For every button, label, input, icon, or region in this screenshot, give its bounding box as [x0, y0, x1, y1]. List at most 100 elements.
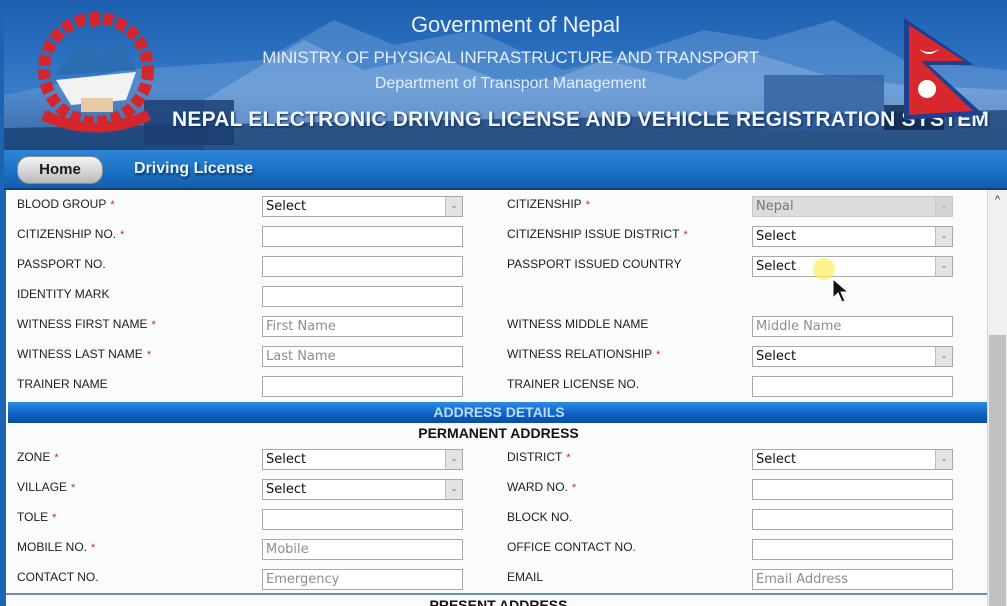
- identity-mark-input[interactable]: [262, 286, 463, 307]
- passport-no-label: PASSPORT NO.: [17, 257, 106, 271]
- driving-license-link[interactable]: Driving License: [134, 160, 253, 178]
- citizenship-no-label: CITIZENSHIP NO. *: [17, 227, 124, 241]
- citizenship-selected-value: Nepal: [756, 199, 794, 214]
- witness-last-name-label-text: WITNESS LAST NAME: [17, 347, 143, 361]
- ward-no-input[interactable]: [752, 479, 953, 500]
- page: Government of Nepal MINISTRY OF PHYSICAL…: [0, 0, 1007, 606]
- trainer-name-label: TRAINER NAME: [17, 377, 108, 391]
- citizenship-no-label-text: CITIZENSHIP NO.: [17, 227, 117, 241]
- nav-bar: Home Driving License: [4, 150, 1007, 190]
- zone-select[interactable]: Select ⌄: [262, 449, 463, 470]
- block-no-input[interactable]: [752, 509, 953, 530]
- contact-no-label: CONTACT NO.: [17, 570, 99, 584]
- contact-no-input[interactable]: Emergency: [262, 569, 463, 590]
- witness-last-name-placeholder: Last Name: [266, 349, 336, 364]
- department-title: Department of Transport Management: [374, 75, 647, 92]
- zone-label-text: ZONE: [17, 450, 51, 464]
- village-selected-value: Select: [266, 482, 307, 497]
- scrollbar-thumb[interactable]: [989, 335, 1006, 606]
- ward-no-label-text: WARD NO.: [507, 480, 568, 494]
- blood-group-label: BLOOD GROUP *: [17, 197, 115, 211]
- email-label-text: EMAIL: [507, 570, 544, 584]
- district-label: DISTRICT *: [507, 450, 571, 464]
- chevron-down-icon[interactable]: ⌄: [935, 257, 952, 276]
- witness-relationship-label: WITNESS RELATIONSHIP *: [507, 347, 660, 361]
- district-label-text: DISTRICT: [507, 450, 563, 464]
- required-marker: *: [54, 452, 59, 464]
- vertical-scrollbar[interactable]: ^: [987, 190, 1007, 606]
- witness-middle-name-label: WITNESS MIDDLE NAME: [507, 317, 648, 331]
- required-marker: *: [110, 199, 115, 211]
- chevron-down-icon[interactable]: ⌄: [935, 197, 952, 216]
- witness-middle-name-label-text: WITNESS MIDDLE NAME: [507, 317, 649, 331]
- witness-first-name-label: WITNESS FIRST NAME *: [17, 317, 156, 331]
- required-marker: *: [91, 542, 96, 554]
- nepal-flag-icon: [904, 18, 984, 120]
- trainer-name-input[interactable]: [262, 376, 463, 397]
- witness-last-name-input[interactable]: Last Name: [262, 346, 463, 367]
- witness-first-name-label-text: WITNESS FIRST NAME: [17, 317, 148, 331]
- identity-mark-label: IDENTITY MARK: [17, 287, 109, 301]
- tole-input[interactable]: [262, 509, 463, 530]
- email-placeholder: Email Address: [756, 572, 848, 587]
- header-banner: Government of Nepal MINISTRY OF PHYSICAL…: [4, 0, 1007, 150]
- required-marker: *: [52, 512, 57, 524]
- witness-middle-name-input[interactable]: Middle Name: [752, 316, 953, 337]
- cursor-highlight: [813, 258, 835, 280]
- citizenship-label: CITIZENSHIP *: [507, 197, 590, 211]
- email-input[interactable]: Email Address: [752, 569, 953, 590]
- zone-selected-value: Select: [266, 452, 307, 467]
- required-marker: *: [571, 482, 577, 494]
- scroll-up-icon[interactable]: ^: [988, 192, 1007, 208]
- required-marker: *: [585, 199, 590, 211]
- ministry-title: MINISTRY OF PHYSICAL INFRASTRUCTURE AND …: [262, 48, 759, 67]
- office-contact-no-input[interactable]: [752, 539, 953, 560]
- trainer-name-label-text: TRAINER NAME: [17, 377, 108, 391]
- blood-group-label-text: BLOOD GROUP: [17, 197, 107, 211]
- witness-relationship-label-text: WITNESS RELATIONSHIP: [507, 347, 653, 361]
- required-marker: *: [656, 349, 661, 361]
- village-label-text: VILLAGE: [17, 480, 68, 494]
- witness-relationship-selected-value: Select: [756, 349, 797, 364]
- witness-first-name-input[interactable]: First Name: [262, 316, 463, 337]
- trainer-license-no-label-text: TRAINER LICENSE NO.: [507, 377, 640, 391]
- chevron-down-icon[interactable]: ⌄: [935, 227, 952, 246]
- passport-no-input[interactable]: [262, 256, 463, 277]
- district-selected-value: Select: [756, 452, 797, 467]
- citizenship-issue-district-select[interactable]: Select ⌄: [752, 226, 953, 247]
- permanent-address-title: PERMANENT ADDRESS: [418, 425, 579, 441]
- mobile-no-input[interactable]: Mobile: [262, 539, 463, 560]
- ward-no-label: WARD NO. *: [507, 480, 576, 494]
- chevron-down-icon[interactable]: ⌄: [935, 450, 952, 469]
- office-contact-no-label-text: OFFICE CONTACT NO.: [507, 540, 636, 554]
- home-button[interactable]: Home: [17, 156, 103, 184]
- citizenship-no-input[interactable]: [262, 226, 463, 247]
- chevron-down-icon[interactable]: ⌄: [445, 197, 462, 216]
- blood-group-selected-value: Select: [266, 199, 307, 214]
- trainer-license-no-input[interactable]: [752, 376, 953, 397]
- witness-relationship-select[interactable]: Select ⌄: [752, 346, 953, 367]
- zone-label: ZONE *: [17, 450, 59, 464]
- citizenship-select[interactable]: Nepal ⌄: [752, 196, 953, 217]
- district-select[interactable]: Select ⌄: [752, 449, 953, 470]
- required-marker: *: [683, 229, 688, 241]
- mouse-pointer-icon: [832, 278, 850, 303]
- required-marker: *: [566, 452, 571, 464]
- trainer-license-no-label: TRAINER LICENSE NO.: [507, 377, 639, 391]
- required-marker: *: [71, 482, 76, 494]
- required-marker: *: [151, 319, 156, 331]
- witness-last-name-label: WITNESS LAST NAME *: [17, 347, 151, 361]
- village-select[interactable]: Select ⌄: [262, 479, 463, 500]
- blood-group-select[interactable]: Select ⌄: [262, 196, 463, 217]
- citizenship-issue-district-label: CITIZENSHIP ISSUE DISTRICT *: [507, 227, 688, 241]
- citizenship-label-text: CITIZENSHIP: [507, 197, 582, 211]
- chevron-down-icon[interactable]: ⌄: [445, 480, 462, 499]
- passport-issued-country-select[interactable]: Select ⌄: [752, 256, 953, 277]
- tole-label: TOLE *: [17, 510, 56, 524]
- chevron-down-icon[interactable]: ⌄: [935, 347, 952, 366]
- witness-middle-name-placeholder: Middle Name: [756, 319, 842, 334]
- present-address-title: PRESENT ADDRESS: [429, 597, 568, 606]
- chevron-down-icon[interactable]: ⌄: [445, 450, 462, 469]
- contact-no-placeholder: Emergency: [266, 572, 340, 587]
- citizenship-issue-district-label-text: CITIZENSHIP ISSUE DISTRICT: [507, 227, 680, 241]
